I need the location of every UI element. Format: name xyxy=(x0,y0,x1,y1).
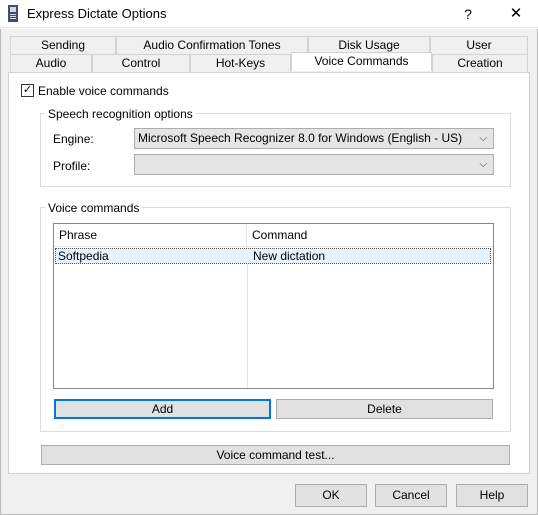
tab-hot-keys[interactable]: Hot-Keys xyxy=(190,54,291,72)
tab-voice-commands[interactable]: Voice Commands xyxy=(291,52,432,71)
speech-recognition-title: Speech recognition options xyxy=(45,107,196,121)
title-bar: Express Dictate Options ? ✕ xyxy=(0,0,538,28)
profile-select[interactable]: ⌵ xyxy=(134,154,494,175)
engine-select[interactable]: Microsoft Speech Recognizer 8.0 for Wind… xyxy=(134,128,494,149)
help-icon[interactable]: ? xyxy=(448,0,488,28)
tab-audio-confirmation-tones[interactable]: Audio Confirmation Tones xyxy=(116,36,308,54)
speech-recognition-group xyxy=(40,113,511,187)
chevron-down-icon: ⌵ xyxy=(479,159,487,170)
column-phrase[interactable]: Phrase xyxy=(54,224,247,247)
enable-voice-checkbox[interactable]: ✓ xyxy=(21,84,34,97)
voice-command-test-button[interactable]: Voice command test... xyxy=(41,445,510,465)
chevron-down-icon: ⌵ xyxy=(479,133,487,144)
tab-sending[interactable]: Sending xyxy=(10,36,116,54)
app-icon xyxy=(8,5,18,22)
voice-commands-title: Voice commands xyxy=(45,201,143,215)
tab-creation[interactable]: Creation xyxy=(432,54,528,72)
cancel-button[interactable]: Cancel xyxy=(375,484,447,507)
help-button[interactable]: Help xyxy=(456,484,528,507)
row-phrase: Softpedia xyxy=(58,249,109,263)
enable-voice-label: Enable voice commands xyxy=(38,84,169,98)
profile-label: Profile: xyxy=(53,159,91,173)
tab-user[interactable]: User xyxy=(430,36,528,54)
delete-button[interactable]: Delete xyxy=(276,399,493,419)
column-divider xyxy=(247,247,248,388)
engine-label: Engine: xyxy=(53,132,94,146)
column-command[interactable]: Command xyxy=(247,224,493,247)
close-icon[interactable]: ✕ xyxy=(494,0,538,28)
ok-button[interactable]: OK xyxy=(295,484,367,507)
engine-value: Microsoft Speech Recognizer 8.0 for Wind… xyxy=(138,131,463,145)
tab-control[interactable]: Control xyxy=(92,54,190,72)
row-command: New dictation xyxy=(253,249,326,263)
window-title: Express Dictate Options xyxy=(27,6,167,21)
table-row[interactable]: Softpedia New dictation xyxy=(55,248,491,264)
add-button[interactable]: Add xyxy=(54,399,271,419)
tab-audio[interactable]: Audio xyxy=(10,54,92,72)
voice-commands-list[interactable]: Phrase Command Softpedia New dictation xyxy=(53,223,494,389)
